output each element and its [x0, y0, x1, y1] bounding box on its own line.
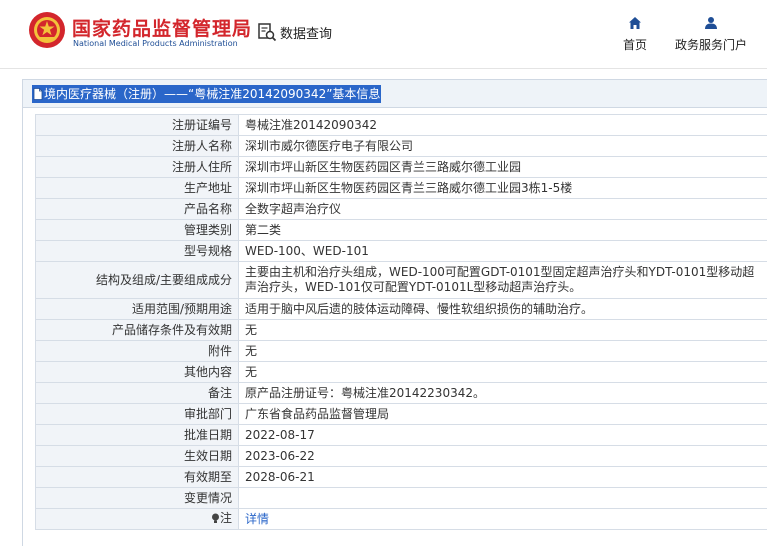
data-query-link[interactable]: 数据查询: [257, 21, 332, 43]
field-value: 深圳市坪山新区生物医药园区青兰三路威尔德工业园: [239, 157, 767, 178]
panel-title: 境内医疗器械（注册）——“粤械注准20142090342”基本信息: [32, 85, 381, 103]
table-row: 附件无: [36, 341, 767, 362]
table-row: 结构及组成/主要组成成分主要由主机和治疗头组成，WED-100可配置GDT-01…: [36, 262, 767, 299]
detail-panel: 境内医疗器械（注册）——“粤械注准20142090342”基本信息 注册证编号粤…: [22, 79, 767, 546]
panel-title-text: 境内医疗器械（注册）——“粤械注准20142090342”基本信息: [44, 85, 380, 103]
field-value: 深圳市坪山新区生物医药园区青兰三路威尔德工业园3栋1-5楼: [239, 178, 767, 199]
field-value: 无: [239, 320, 767, 341]
field-label: 型号规格: [36, 241, 239, 262]
field-value: 深圳市威尔德医疗电子有限公司: [239, 136, 767, 157]
field-value: 无: [239, 362, 767, 383]
field-label: 注册证编号: [36, 115, 239, 136]
field-value: [239, 488, 767, 509]
field-label: 产品储存条件及有效期: [36, 320, 239, 341]
nav-home[interactable]: 首页: [620, 16, 650, 53]
site-header: 国家药品监督管理局 National Medical Products Admi…: [0, 0, 767, 68]
table-row: 批准日期2022-08-17: [36, 425, 767, 446]
field-value: 广东省食品药品监督管理局: [239, 404, 767, 425]
national-emblem-icon: [28, 10, 66, 50]
document-icon: [33, 88, 43, 100]
details-link[interactable]: 详情: [245, 512, 269, 526]
note-label-wrap: 注: [211, 511, 232, 526]
field-label: 备注: [36, 383, 239, 404]
table-row: 审批部门广东省食品药品监督管理局: [36, 404, 767, 425]
table-row: 注册人住所深圳市坪山新区生物医药园区青兰三路威尔德工业园: [36, 157, 767, 178]
panel-title-bar: 境内医疗器械（注册）——“粤械注准20142090342”基本信息: [23, 80, 767, 108]
org-name-cn: 国家药品监督管理局: [72, 14, 252, 41]
table-row: 产品储存条件及有效期无: [36, 320, 767, 341]
field-label: 管理类别: [36, 220, 239, 241]
note-label: 注: [220, 511, 232, 526]
field-value: 2023-06-22: [239, 446, 767, 467]
field-label: 产品名称: [36, 199, 239, 220]
table-row: 生效日期2023-06-22: [36, 446, 767, 467]
field-label: 结构及组成/主要组成成分: [36, 262, 239, 299]
field-label: 审批部门: [36, 404, 239, 425]
header-divider: [0, 68, 767, 69]
nav-service-label: 政务服务门户: [675, 38, 747, 52]
field-label: 其他内容: [36, 362, 239, 383]
home-icon: [628, 16, 642, 30]
table-row: 有效期至2028-06-21: [36, 467, 767, 488]
detail-table-body: 注册证编号粤械注准20142090342注册人名称深圳市威尔德医疗电子有限公司注…: [36, 115, 767, 530]
field-value: WED-100、WED-101: [239, 241, 767, 262]
table-row: 注册证编号粤械注准20142090342: [36, 115, 767, 136]
table-row: 其他内容无: [36, 362, 767, 383]
field-value: 无: [239, 341, 767, 362]
detail-table: 注册证编号粤械注准20142090342注册人名称深圳市威尔德医疗电子有限公司注…: [35, 114, 767, 530]
data-query-label: 数据查询: [280, 23, 332, 42]
table-row: 备注原产品注册证号：粤械注准20142230342。: [36, 383, 767, 404]
field-value: 粤械注准20142090342: [239, 115, 767, 136]
lightbulb-icon: [211, 513, 220, 524]
field-label: 批准日期: [36, 425, 239, 446]
table-row-note: 注详情: [36, 509, 767, 530]
field-label: 附件: [36, 341, 239, 362]
table-row: 变更情况: [36, 488, 767, 509]
table-row: 生产地址深圳市坪山新区生物医药园区青兰三路威尔德工业园3栋1-5楼: [36, 178, 767, 199]
field-value: 主要由主机和治疗头组成，WED-100可配置GDT-0101型固定超声治疗头和Y…: [239, 262, 767, 299]
table-row: 型号规格WED-100、WED-101: [36, 241, 767, 262]
field-label: 有效期至: [36, 467, 239, 488]
table-row: 管理类别第二类: [36, 220, 767, 241]
field-value: 全数字超声治疗仪: [239, 199, 767, 220]
org-name-en: National Medical Products Administration: [73, 39, 238, 48]
table-row: 注册人名称深圳市威尔德医疗电子有限公司: [36, 136, 767, 157]
field-label: 注册人住所: [36, 157, 239, 178]
note-value-cell: 详情: [239, 509, 767, 530]
field-value: 2022-08-17: [239, 425, 767, 446]
nav-service-portal[interactable]: 政务服务门户: [672, 16, 750, 53]
field-value: 适用于脑中风后遗的肢体运动障碍、慢性软组织损伤的辅助治疗。: [239, 299, 767, 320]
table-row: 产品名称全数字超声治疗仪: [36, 199, 767, 220]
user-icon: [704, 16, 718, 30]
field-label: 生效日期: [36, 446, 239, 467]
field-label: 适用范围/预期用途: [36, 299, 239, 320]
field-value: 第二类: [239, 220, 767, 241]
field-label: 注册人名称: [36, 136, 239, 157]
field-label: 生产地址: [36, 178, 239, 199]
note-label-cell: 注: [36, 509, 239, 530]
nav-home-label: 首页: [623, 38, 647, 52]
field-value: 原产品注册证号：粤械注准20142230342。: [239, 383, 767, 404]
field-label: 变更情况: [36, 488, 239, 509]
field-value: 2028-06-21: [239, 467, 767, 488]
data-query-icon: [257, 22, 277, 42]
table-row: 适用范围/预期用途适用于脑中风后遗的肢体运动障碍、慢性软组织损伤的辅助治疗。: [36, 299, 767, 320]
